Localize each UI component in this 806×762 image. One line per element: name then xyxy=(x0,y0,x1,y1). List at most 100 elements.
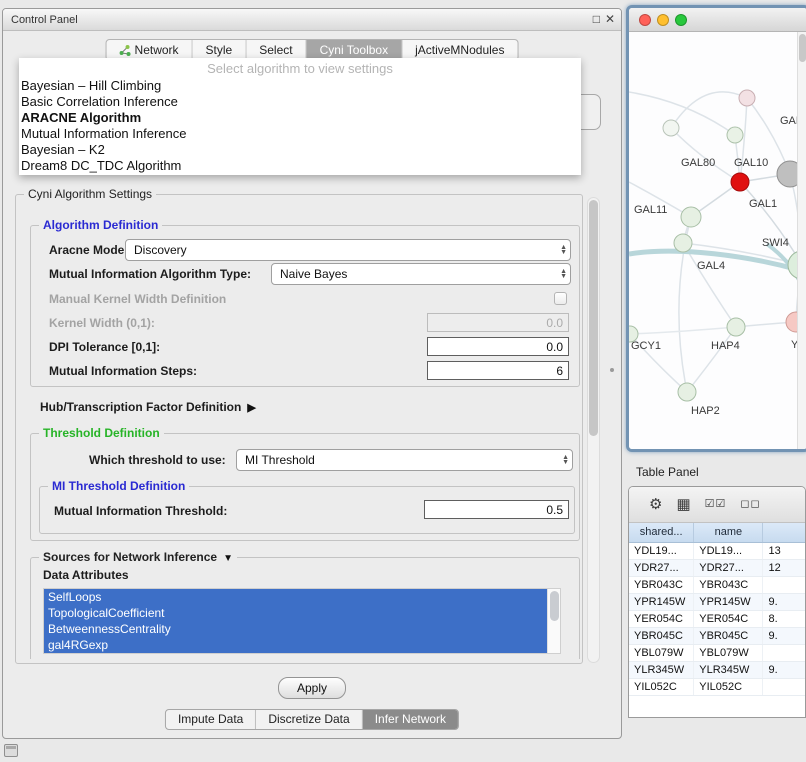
network-node-label: GAL4 xyxy=(697,260,725,272)
network-edge xyxy=(671,92,747,128)
column-header[interactable]: shared... xyxy=(629,523,694,542)
network-node-label: GAL10 xyxy=(734,157,768,169)
table-cell: YIL052C xyxy=(694,679,763,695)
aracne-mode-label: Aracne Mode: xyxy=(49,243,128,257)
network-node-label: GAL11 xyxy=(634,204,667,216)
combo-arrows-icon: ▲▼ xyxy=(560,266,567,279)
scrollbar-thumb[interactable] xyxy=(799,34,806,62)
tab-select[interactable]: Select xyxy=(245,40,305,60)
mi-steps-input[interactable]: 6 xyxy=(427,361,569,380)
network-node[interactable] xyxy=(674,234,692,252)
tab-infer-network[interactable]: Infer Network xyxy=(362,710,458,729)
attribute-item[interactable]: gal4RGexp xyxy=(44,637,547,653)
table-cell: 13 xyxy=(763,543,805,559)
hub-definition-toggle[interactable]: Hub/Transcription Factor Definition▶ xyxy=(40,400,256,414)
kernel-width-input[interactable]: 0.0 xyxy=(427,313,569,332)
table-cell: YER054C xyxy=(694,611,763,627)
close-window-icon[interactable]: ✕ xyxy=(605,12,615,26)
table-row[interactable]: YPR145WYPR145W9. xyxy=(629,594,805,611)
network-node[interactable] xyxy=(663,120,679,136)
network-window-titlebar[interactable] xyxy=(629,8,806,32)
data-attributes-list: SelfLoopsTopologicalCoefficientBetweenne… xyxy=(43,588,561,654)
network-icon xyxy=(120,45,131,56)
algorithm-option[interactable]: Basic Correlation Inference xyxy=(19,94,581,110)
scrollbar-thumb[interactable] xyxy=(589,200,598,436)
settings-scrollbar[interactable] xyxy=(587,197,600,663)
mi-algorithm-type-combobox[interactable]: Naive Bayes ▲▼ xyxy=(271,263,571,285)
table-row[interactable]: YDR27...YDR27...12 xyxy=(629,560,805,577)
algorithm-dropdown: Select algorithm to view settings Bayesi… xyxy=(19,58,581,175)
scrollbar-thumb[interactable] xyxy=(550,591,559,621)
deselect-all-icon[interactable]: ◻◻ xyxy=(740,497,760,512)
tab-impute-data[interactable]: Impute Data xyxy=(166,710,255,729)
attribute-item[interactable]: BetweennessCentrality xyxy=(44,621,547,637)
table-row[interactable]: YIL052CYIL052C xyxy=(629,679,805,696)
manual-kernel-width-checkbox[interactable] xyxy=(554,292,567,305)
algorithm-option[interactable]: Mutual Information Inference xyxy=(19,126,581,142)
which-threshold-combobox[interactable]: MI Threshold ▲▼ xyxy=(236,449,573,471)
bottom-tab-bar: Impute Data Discretize Data Infer Networ… xyxy=(165,709,459,730)
aracne-mode-combobox[interactable]: Discovery ▲▼ xyxy=(125,239,571,261)
settings-group-title: Cyni Algorithm Settings xyxy=(24,187,156,201)
tab-style[interactable]: Style xyxy=(192,40,246,60)
zoom-traffic-light[interactable] xyxy=(675,14,687,26)
network-node[interactable] xyxy=(681,207,701,227)
dpi-tolerance-input[interactable]: 0.0 xyxy=(427,337,569,356)
algorithm-option[interactable]: ARACNE Algorithm xyxy=(19,110,581,126)
tab-cyni-toolbox[interactable]: Cyni Toolbox xyxy=(306,40,401,60)
mi-threshold-definition-title: MI Threshold Definition xyxy=(48,479,189,493)
network-edge xyxy=(630,327,736,334)
attribute-item[interactable]: TopologicalCoefficient xyxy=(44,605,547,621)
sources-group-title[interactable]: Sources for Network Inference▼ xyxy=(39,550,237,566)
sources-group: Sources for Network Inference▼ Data Attr… xyxy=(30,557,580,659)
table-row[interactable]: YBR043CYBR043C xyxy=(629,577,805,594)
network-graph: GALGAL80GAL10GAL11GAL1SWI4GAL4GCY1HAP4HA… xyxy=(629,32,803,452)
tab-network[interactable]: Network xyxy=(107,40,192,60)
mi-steps-label: Mutual Information Steps: xyxy=(49,364,197,378)
cyni-algorithm-settings-group: Cyni Algorithm Settings Algorithm Defini… xyxy=(15,194,583,664)
table-cell: 9. xyxy=(763,594,805,610)
table-cell: YER054C xyxy=(629,611,694,627)
mi-threshold-input[interactable]: 0.5 xyxy=(424,500,569,519)
hub-definition-label: Hub/Transcription Factor Definition xyxy=(40,400,241,414)
column-header[interactable]: name xyxy=(694,523,763,542)
algorithm-option[interactable]: Dream8 DC_TDC Algorithm xyxy=(19,158,581,174)
select-all-icon[interactable]: ☑☑ xyxy=(705,497,727,512)
network-node[interactable] xyxy=(727,318,745,336)
minimize-traffic-light[interactable] xyxy=(657,14,669,26)
threshold-definition-group: Threshold Definition Which threshold to … xyxy=(30,433,580,541)
network-node[interactable] xyxy=(731,173,749,191)
network-canvas[interactable]: GALGAL80GAL10GAL11GAL1SWI4GAL4GCY1HAP4HA… xyxy=(629,32,797,449)
restore-panel-icon[interactable] xyxy=(4,744,18,757)
network-node[interactable] xyxy=(678,383,696,401)
columns-icon[interactable]: ▦ xyxy=(676,497,690,512)
panel-splitter-handle[interactable] xyxy=(610,368,614,372)
apply-button[interactable]: Apply xyxy=(278,677,346,699)
table-cell: YDL19... xyxy=(629,543,694,559)
network-node[interactable] xyxy=(727,127,743,143)
table-toolbar: ⚙ ▦ ☑☑ ◻◻ xyxy=(629,487,805,523)
tab-discretize-data[interactable]: Discretize Data xyxy=(255,710,361,729)
table-cell xyxy=(763,577,805,593)
attributes-scrollbar[interactable] xyxy=(547,589,560,653)
network-node-label: SWI4 xyxy=(762,237,789,249)
table-row[interactable]: YLR345WYLR345W9. xyxy=(629,662,805,679)
gear-icon[interactable]: ⚙ xyxy=(649,497,662,512)
algorithm-option[interactable]: Bayesian – K2 xyxy=(19,142,581,158)
mi-algorithm-type-label: Mutual Information Algorithm Type: xyxy=(49,267,251,281)
network-scrollbar[interactable] xyxy=(797,32,806,449)
mi-threshold-label: Mutual Information Threshold: xyxy=(54,504,227,518)
tab-jactivemnodules[interactable]: jActiveMNodules xyxy=(401,40,517,60)
mi-threshold-definition-group: MI Threshold Definition Mutual Informati… xyxy=(39,486,575,534)
table-row[interactable]: YER054CYER054C8. xyxy=(629,611,805,628)
float-window-icon[interactable]: □ xyxy=(593,12,600,26)
table-header-row: shared... name xyxy=(629,523,805,543)
table-row[interactable]: YDL19...YDL19...13 xyxy=(629,543,805,560)
network-node[interactable] xyxy=(739,90,755,106)
column-header[interactable] xyxy=(763,523,805,542)
algorithm-option[interactable]: Bayesian – Hill Climbing xyxy=(19,78,581,94)
table-row[interactable]: YBL079WYBL079W xyxy=(629,645,805,662)
table-row[interactable]: YBR045CYBR045C9. xyxy=(629,628,805,645)
close-traffic-light[interactable] xyxy=(639,14,651,26)
attribute-item[interactable]: SelfLoops xyxy=(44,589,547,605)
